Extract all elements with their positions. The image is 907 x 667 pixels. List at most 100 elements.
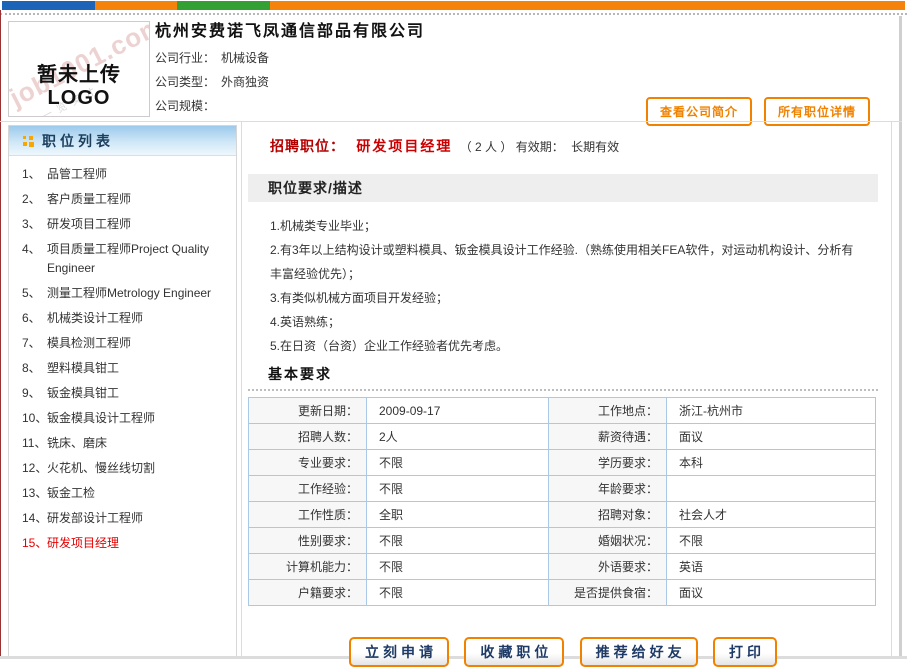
residency-label: 户籍要求：	[249, 580, 367, 606]
topbar-orange-segment	[95, 1, 177, 10]
experience-label: 工作经验：	[249, 476, 367, 502]
requirements-section-header: 职位要求/描述	[248, 174, 878, 202]
sidebar-job-item-12[interactable]: 12、火花机、慢丝线切割	[9, 459, 236, 478]
headcount-label: 招聘人数：	[249, 424, 367, 450]
company-header: job1001.com 一览英才 暂未上传LOGO 杭州安费诺飞凤通信部品有限公…	[0, 15, 898, 121]
table-row: 招聘人数： 2人 薪资待遇： 面议	[249, 424, 876, 450]
job-nature-label: 工作性质：	[249, 502, 367, 528]
type-label: 公司类型：	[155, 75, 215, 89]
job-list-sidebar: 职位列表 1、品管工程师 2、客户质量工程师 3、研发项目工程师 4、项目质量工…	[8, 125, 237, 656]
computer-skill-value: 不限	[367, 554, 549, 580]
validity-label: 有效期：	[516, 140, 564, 154]
recruit-position-label: 招聘职位：	[270, 138, 345, 154]
table-row: 性别要求： 不限 婚姻状况： 不限	[249, 528, 876, 554]
table-row: 专业要求： 不限 学历要求： 本科	[249, 450, 876, 476]
validity-value: 长期有效	[571, 140, 619, 154]
sidebar-job-item-15-active[interactable]: 15、研发项目经理	[9, 534, 236, 553]
top-color-bar	[2, 1, 905, 10]
squares-icon	[23, 136, 34, 147]
company-logo-placeholder: job1001.com 一览英才 暂未上传LOGO	[8, 21, 150, 117]
board-lodging-label: 是否提供食宿：	[549, 580, 667, 606]
main-right-border	[891, 122, 892, 656]
sidebar-job-item-3[interactable]: 3、研发项目工程师	[9, 215, 236, 234]
salary-label: 薪资待遇：	[549, 424, 667, 450]
major-label: 专业要求：	[249, 450, 367, 476]
apply-now-button[interactable]: 立刻申请	[349, 637, 449, 667]
job-list-header: 职位列表	[9, 126, 236, 156]
topbar-orange-segment-2	[270, 1, 905, 10]
description-line: 4.英语熟练；	[270, 310, 863, 334]
company-type-row: 公司类型： 外商独资	[155, 70, 269, 94]
basic-requirements-table: 更新日期： 2009-09-17 工作地点： 浙江-杭州市 招聘人数： 2人 薪…	[248, 397, 876, 606]
table-row: 工作经验： 不限 年龄要求：	[249, 476, 876, 502]
sidebar-job-item-4[interactable]: 4、项目质量工程师Project Quality Engineer	[9, 240, 236, 278]
table-row: 户籍要求： 不限 是否提供食宿： 面议	[249, 580, 876, 606]
company-fields: 公司行业： 机械设备 公司类型： 外商独资 公司规模：	[155, 46, 269, 118]
print-button[interactable]: 打印	[713, 637, 777, 667]
sidebar-job-item-11[interactable]: 11、铣床、磨床	[9, 434, 236, 453]
major-value: 不限	[367, 450, 549, 476]
target-group-value: 社会人才	[667, 502, 876, 528]
industry-label: 公司行业：	[155, 51, 215, 65]
target-group-label: 招聘对象：	[549, 502, 667, 528]
work-location-label: 工作地点：	[549, 398, 667, 424]
favorite-job-button[interactable]: 收藏职位	[464, 637, 564, 667]
description-line: 1.机械类专业毕业；	[270, 214, 863, 238]
table-row: 计算机能力： 不限 外语要求： 英语	[249, 554, 876, 580]
work-location-value: 浙江-杭州市	[667, 398, 876, 424]
marital-status-value: 不限	[667, 528, 876, 554]
age-value	[667, 476, 876, 502]
recommend-friend-button[interactable]: 推荐给好友	[580, 637, 698, 667]
sidebar-job-item-13[interactable]: 13、钣金工检	[9, 484, 236, 503]
headcount: （ 2 人 ）	[460, 140, 513, 154]
job-detail-main: 招聘职位： 研发项目经理 （ 2 人 ） 有效期： 长期有效 职位要求/描述 1…	[248, 122, 878, 667]
sidebar-job-item-14[interactable]: 14、研发部设计工程师	[9, 509, 236, 528]
update-date-label: 更新日期：	[249, 398, 367, 424]
type-value: 外商独资	[221, 75, 269, 89]
industry-value: 机械设备	[221, 51, 269, 65]
job-list: 1、品管工程师 2、客户质量工程师 3、研发项目工程师 4、项目质量工程师Pro…	[9, 165, 236, 553]
sidebar-job-item-6[interactable]: 6、机械类设计工程师	[9, 309, 236, 328]
topbar-green-segment	[177, 1, 270, 10]
company-name: 杭州安费诺飞凤通信部品有限公司	[155, 17, 425, 41]
marital-status-label: 婚姻状况：	[549, 528, 667, 554]
board-lodging-value: 面议	[667, 580, 876, 606]
job-nature-value: 全职	[367, 502, 549, 528]
sidebar-job-item-10[interactable]: 10、钣金模具设计工程师	[9, 409, 236, 428]
page-body: 职位列表 1、品管工程师 2、客户质量工程师 3、研发项目工程师 4、项目质量工…	[0, 122, 907, 656]
company-industry-row: 公司行业： 机械设备	[155, 46, 269, 70]
residency-value: 不限	[367, 580, 549, 606]
job-title-line: 招聘职位： 研发项目经理 （ 2 人 ） 有效期： 长期有效	[270, 136, 878, 156]
company-size-row: 公司规模：	[155, 94, 269, 118]
salary-value: 面议	[667, 424, 876, 450]
job-detail-page: job1001.com 一览英才 暂未上传LOGO 杭州安费诺飞凤通信部品有限公…	[0, 0, 907, 659]
job-position-name: 研发项目经理	[356, 138, 452, 154]
gender-value: 不限	[367, 528, 549, 554]
description-line: 2.有3年以上结构设计或塑料模具、钣金模具设计工作经验.（熟练使用相关FEA软件…	[270, 238, 863, 286]
size-label: 公司规模：	[155, 99, 215, 113]
sidebar-job-item-9[interactable]: 9、钣金模具钳工	[9, 384, 236, 403]
update-date-value: 2009-09-17	[367, 398, 549, 424]
sidebar-job-item-5[interactable]: 5、测量工程师Metrology Engineer	[9, 284, 236, 303]
dotted-separator-2	[248, 389, 878, 391]
headcount-value: 2人	[367, 424, 549, 450]
foreign-language-value: 英语	[667, 554, 876, 580]
sidebar-job-item-2[interactable]: 2、客户质量工程师	[9, 190, 236, 209]
foreign-language-label: 外语要求：	[549, 554, 667, 580]
education-label: 学历要求：	[549, 450, 667, 476]
topbar-blue-segment	[2, 1, 95, 10]
action-buttons: 立刻申请 收藏职位 推荐给好友 打印	[248, 637, 878, 667]
gender-label: 性别要求：	[249, 528, 367, 554]
job-description: 1.机械类专业毕业； 2.有3年以上结构设计或塑料模具、钣金模具设计工作经验.（…	[270, 214, 863, 358]
sidebar-job-item-1[interactable]: 1、品管工程师	[9, 165, 236, 184]
sidebar-job-item-7[interactable]: 7、模具检测工程师	[9, 334, 236, 353]
computer-skill-label: 计算机能力：	[249, 554, 367, 580]
no-logo-label: 暂未上传LOGO	[9, 58, 149, 110]
description-line: 5.在日资（台资）企业工作经验者优先考虑。	[270, 334, 863, 358]
table-row: 更新日期： 2009-09-17 工作地点： 浙江-杭州市	[249, 398, 876, 424]
basic-requirements-title: 基本要求	[248, 364, 878, 382]
age-label: 年龄要求：	[549, 476, 667, 502]
sidebar-main-divider	[241, 122, 242, 656]
table-row: 工作性质： 全职 招聘对象： 社会人才	[249, 502, 876, 528]
sidebar-job-item-8[interactable]: 8、塑料模具钳工	[9, 359, 236, 378]
